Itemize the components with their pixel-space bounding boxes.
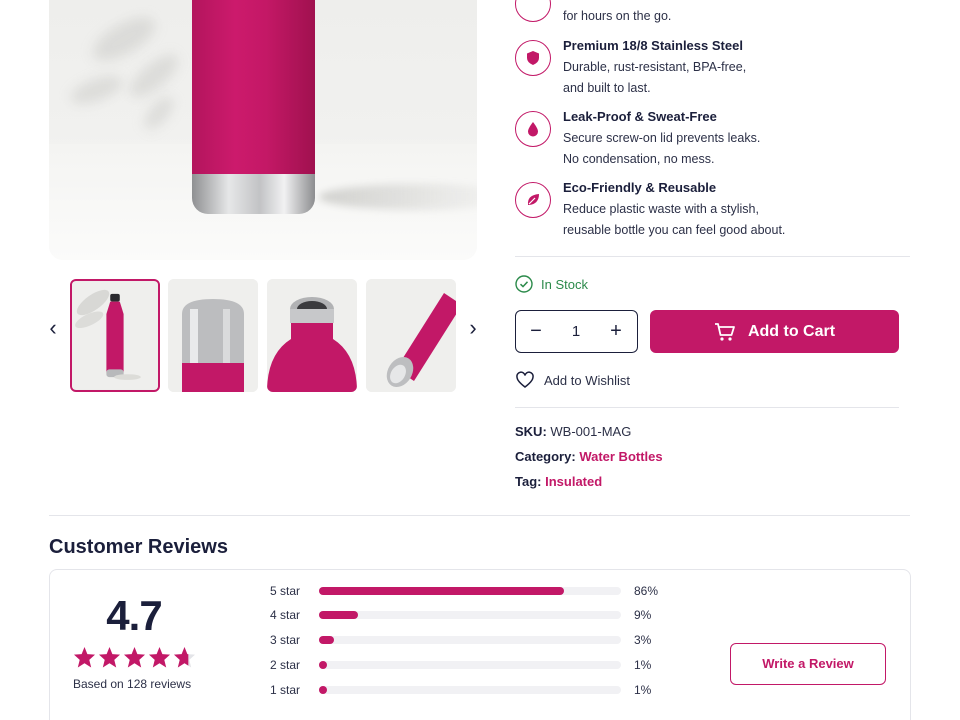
rating-row-label: 1 star [270,683,301,697]
star-filled-icon [123,646,146,668]
quantity-decrease-button[interactable]: − [516,311,556,351]
rating-row-percent: 3% [634,633,652,647]
thumbnail-bottle-front[interactable] [70,279,160,392]
rating-bar [319,686,621,694]
review-count: Based on 128 reviews [73,677,192,691]
sku-row: SKU: WB-001-MAG [515,424,631,439]
tag-link[interactable]: Insulated [545,474,602,489]
check-circle-icon [515,275,533,293]
star-filled-icon [148,646,171,668]
sku-key: SKU: [515,424,547,439]
feature-description: Durable, rust-resistant, BPA-free, and b… [563,60,747,95]
divider [515,407,899,408]
bottle-lying-image [366,279,456,392]
feature-description: Secure screw-on lid prevents leaks. No c… [563,131,761,166]
rating-row-percent: 9% [634,608,652,622]
cart-icon [714,322,735,341]
rating-row-label: 2 star [270,658,301,672]
rating-row-percent: 86% [634,584,659,598]
rating-bar [319,611,621,619]
feature-title: Premium 18/8 Stainless Steel [563,38,743,53]
feature-description: for hours on the go. [563,9,672,23]
star-partial-icon [173,646,196,668]
rating-bar [319,587,621,595]
rating-stars [73,646,196,668]
category-row: Category: Water Bottles [515,449,663,464]
shield-icon [515,40,551,76]
feature-title: Eco-Friendly & Reusable [563,180,717,195]
thumbnail-bottle-cap[interactable] [168,279,258,392]
stock-status: In Stock [515,275,588,293]
category-key: Category: [515,449,576,464]
write-review-button[interactable]: Write a Review [730,643,886,685]
gallery-prev-arrow[interactable]: ‹ [43,316,63,340]
rating-bar [319,661,621,669]
rating-bar-fill [319,636,335,644]
add-to-cart-button[interactable]: Add to Cart [650,310,899,353]
rating-row-percent: 1% [634,658,652,672]
rating-row-label: 3 star [270,633,301,647]
rating-bar [319,636,621,644]
leaf-icon [515,182,551,218]
tag-key: Tag: [515,474,542,489]
average-rating: 4.7 [106,592,162,639]
partial-feature-icon [515,0,551,22]
rating-row-label: 4 star [270,608,301,622]
bottle-cap-top-image [168,279,258,392]
quantity-increase-button[interactable]: + [596,311,636,351]
rating-bar-fill [319,661,327,669]
section-divider [49,515,910,516]
sku-value: WB-001-MAG [550,424,632,439]
divider [515,256,910,257]
thumbnail-bottle-open[interactable] [267,279,357,392]
rating-bar-fill [319,587,564,595]
feature-description: Reduce plastic waste with a stylish, reu… [563,202,786,237]
heart-icon [516,371,534,388]
quantity-input[interactable] [556,311,596,351]
rating-row-label: 5 star [270,584,301,598]
stock-label: In Stock [541,276,588,292]
tag-row: Tag: Insulated [515,474,602,489]
feature-title: Leak-Proof & Sweat-Free [563,109,717,124]
star-filled-icon [98,646,121,668]
rating-bar-fill [319,686,327,694]
reviews-heading: Customer Reviews [49,536,228,558]
add-to-cart-label: Add to Cart [747,322,836,340]
rating-bar-fill [319,611,359,619]
wishlist-label: Add to Wishlist [544,372,630,388]
quantity-stepper: − + [515,310,638,353]
category-link[interactable]: Water Bottles [579,449,662,464]
rating-row-percent: 1% [634,683,652,697]
bottle-front-image [72,281,158,390]
thumbnail-bottle-lying[interactable] [366,279,456,392]
gallery-next-arrow[interactable]: › [463,316,483,340]
droplet-icon [515,111,551,147]
main-product-image [49,0,477,260]
bottle-open-top-image [267,279,357,392]
star-filled-icon [73,646,96,668]
add-to-wishlist-link[interactable]: Add to Wishlist [515,370,630,390]
